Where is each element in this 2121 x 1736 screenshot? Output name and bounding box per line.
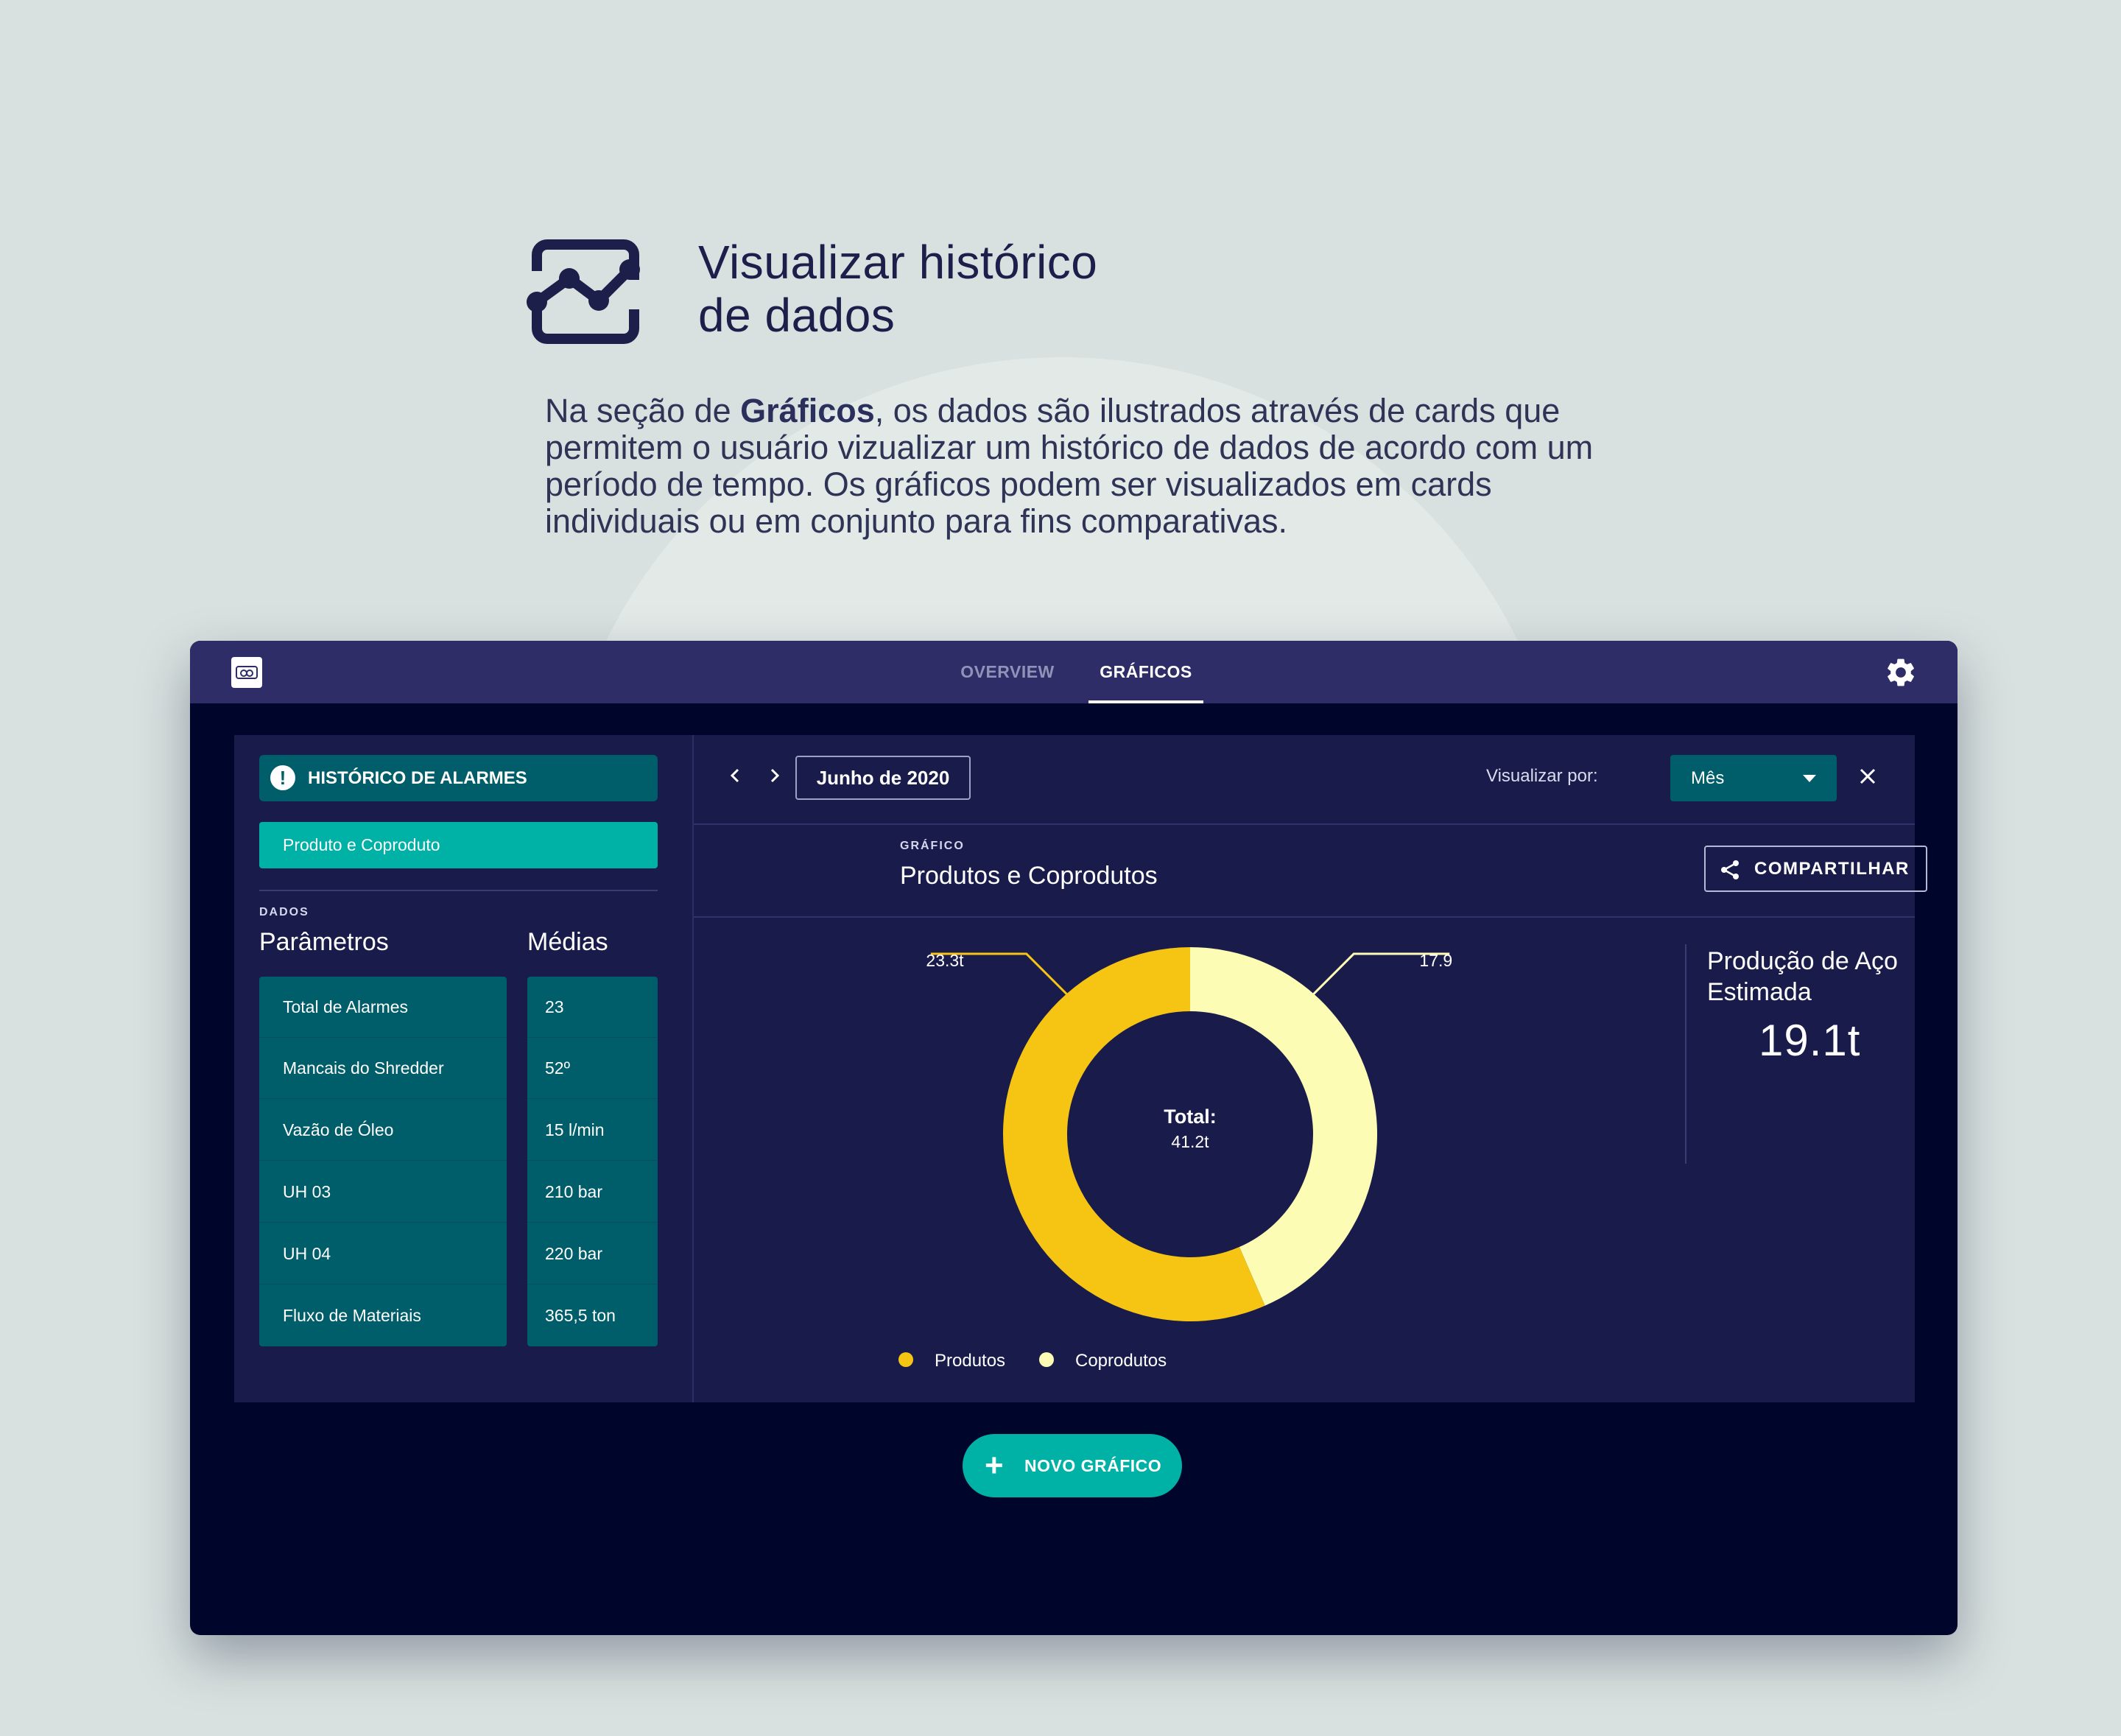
chevron-right-icon[interactable]	[760, 761, 789, 790]
card-title: Produtos e Coprodutos	[900, 862, 1158, 890]
view-by-select[interactable]: Mês	[1670, 755, 1837, 801]
divider	[694, 916, 1915, 918]
values-list: 23 52º 15 l/min 210 bar 220 bar 365,5 to…	[527, 977, 658, 1346]
param-value: 365,5 ton	[545, 1306, 616, 1325]
param-value: 210 bar	[545, 1182, 603, 1201]
list-item: Vazão de Óleo	[259, 1100, 507, 1161]
logo-icon[interactable]	[231, 657, 262, 688]
list-item: UH 03	[259, 1162, 507, 1223]
sidebar-item-label: Produto e Coproduto	[283, 835, 440, 854]
line-chart-icon	[527, 239, 644, 344]
chevron-left-icon[interactable]	[720, 761, 750, 790]
share-label: COMPARTILHAR	[1754, 859, 1910, 879]
params-list: Total de Alarmes Mancais do Shredder Vaz…	[259, 977, 507, 1346]
tab-graficos[interactable]: GRÁFICOS	[1088, 641, 1203, 703]
intro-title-line1: Visualizar histórico	[698, 236, 1098, 289]
legend-dot-produtos	[898, 1352, 913, 1367]
center-value: 41.2t	[1171, 1132, 1209, 1151]
data-label-produtos: 23.3t	[926, 951, 964, 970]
pie-slice-coprodutos	[1190, 947, 1377, 1306]
share-icon	[1721, 860, 1739, 879]
list-item: Total de Alarmes	[259, 977, 507, 1038]
intro-title: Visualizar histórico de dados	[698, 236, 1361, 342]
kpi-value: 19.1t	[1759, 1016, 1861, 1065]
intro-desc-bold: Gráficos	[740, 392, 875, 429]
data-label-coprodutos: 17.9t	[1419, 951, 1452, 970]
param-label: Total de Alarmes	[283, 997, 409, 1016]
view-by-label: Visualizar por:	[1486, 766, 1598, 786]
list-item: UH 04	[259, 1223, 507, 1285]
divider	[1685, 944, 1686, 1164]
param-value: 15 l/min	[545, 1120, 605, 1139]
view-by-value: Mês	[1691, 768, 1725, 788]
dados-overline: DADOS	[259, 906, 309, 918]
kpi-title: Produção de Aço Estimada	[1707, 947, 1898, 1006]
params-header: Parâmetros	[259, 928, 389, 956]
alarm-history-button[interactable]: ! HISTÓRICO DE ALARMES	[259, 755, 658, 801]
sidebar: ! HISTÓRICO DE ALARMES Produto e Coprodu…	[234, 735, 694, 1402]
exclamation-icon: !	[270, 765, 295, 790]
list-item: Fluxo de Materiais	[259, 1285, 507, 1346]
list-item: 220 bar	[527, 1223, 658, 1285]
plus-icon: +	[985, 1447, 1004, 1483]
param-label: UH 03	[283, 1182, 331, 1201]
divider	[259, 890, 658, 891]
param-value: 52º	[545, 1058, 570, 1078]
list-item: 15 l/min	[527, 1100, 658, 1161]
close-icon[interactable]	[1853, 762, 1882, 791]
tab-graficos-label: GRÁFICOS	[1100, 662, 1192, 681]
intro-title-line2: de dados	[698, 289, 896, 342]
share-button[interactable]: COMPARTILHAR	[1704, 846, 1927, 892]
tab-overview[interactable]: OVERVIEW	[956, 641, 1059, 703]
intro-description: Na seção de Gráficos, os dados são ilust…	[545, 393, 1620, 540]
param-label: Fluxo de Materiais	[283, 1306, 421, 1325]
content-panel: ! HISTÓRICO DE ALARMES Produto e Coprodu…	[234, 735, 1927, 1402]
values-header: Médias	[527, 928, 608, 956]
param-value: 23	[545, 997, 564, 1016]
list-item: 52º	[527, 1038, 658, 1099]
list-item: 365,5 ton	[527, 1285, 658, 1346]
sidebar-item-produto-coproduto[interactable]: Produto e Coproduto	[259, 822, 658, 868]
list-item: Mancais do Shredder	[259, 1038, 507, 1099]
legend-label-coprodutos: Coprodutos	[1075, 1351, 1167, 1371]
divider	[694, 823, 1915, 825]
intro-desc-start: Na seção de	[545, 392, 741, 429]
gear-icon[interactable]	[1884, 656, 1918, 689]
center-label: Total:	[1164, 1106, 1216, 1128]
donut-chart: 23.3t 17.9t Total: 41.2t Produtos Coprod…	[898, 947, 1452, 1371]
top-bar: OVERVIEW GRÁFICOS	[190, 641, 1958, 703]
period-selector[interactable]: Junho de 2020	[795, 756, 971, 800]
alarm-history-label: HISTÓRICO DE ALARMES	[308, 768, 527, 788]
param-label: Vazão de Óleo	[283, 1120, 394, 1139]
legend-dot-coprodutos	[1039, 1352, 1054, 1367]
new-chart-button[interactable]: + NOVO GRÁFICO	[963, 1434, 1182, 1497]
param-label: Mancais do Shredder	[283, 1058, 444, 1078]
caret-down-icon	[1803, 775, 1816, 782]
param-value: 220 bar	[545, 1244, 603, 1263]
card-overline: GRÁFICO	[900, 840, 965, 852]
param-label: UH 04	[283, 1244, 331, 1263]
list-item: 210 bar	[527, 1162, 658, 1223]
list-item: 23	[527, 977, 658, 1038]
active-tab-indicator	[1088, 700, 1203, 703]
legend-label-produtos: Produtos	[935, 1351, 1005, 1371]
new-chart-label: NOVO GRÁFICO	[1024, 1456, 1162, 1475]
